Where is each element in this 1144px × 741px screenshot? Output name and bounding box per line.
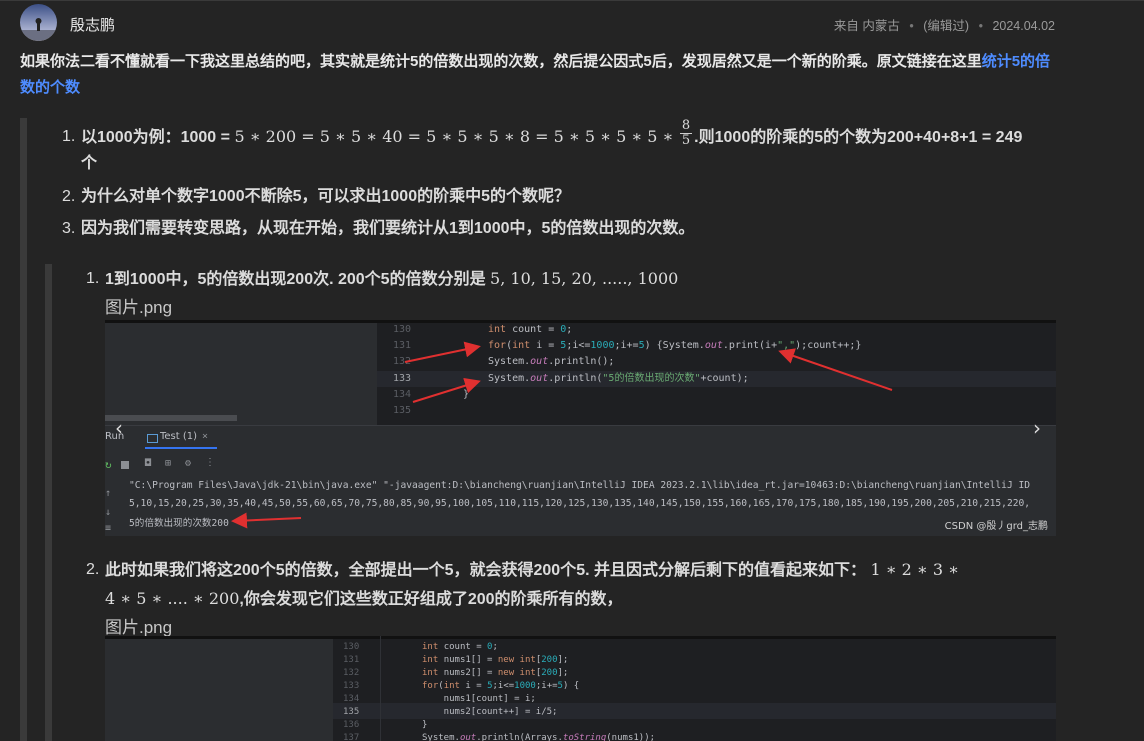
author-name[interactable]: 殷志鹏 — [70, 14, 115, 35]
fraction-denominator: 5 — [681, 133, 691, 149]
list-number: 3. — [62, 220, 76, 237]
separator-dot-icon: • — [909, 19, 914, 33]
edited-label: (编辑过) — [923, 19, 970, 33]
list-number: 1. — [62, 128, 76, 145]
editor-top-border — [105, 636, 1056, 639]
list-item-text: 1到1000中，5的倍数出现200次. 200个5的倍数分别是 — [105, 271, 486, 288]
list-item-text: 为什么对单个数字1000不断除5，可以求出1000的阶乘中5的个数呢？ — [81, 188, 570, 205]
gutter-divider — [380, 636, 381, 741]
ordered-list-outer: 1. 以1000为例：1000 = 5 ∗ 200 = 5 ∗ 5 ∗ 40 =… — [62, 119, 1056, 240]
arrow-to-for-loop — [404, 341, 481, 363]
image-caption: 图片.png — [105, 618, 173, 637]
list-item: 1. 以1000为例：1000 = 5 ∗ 200 = 5 ∗ 5 ∗ 40 =… — [62, 119, 1056, 177]
list-item-text: ,你会发现它们这些数正好组成了200的阶乘所有的数， — [239, 591, 623, 608]
list-number: 1. — [86, 270, 100, 287]
avatar-image-icon — [20, 18, 57, 41]
avatar[interactable] — [20, 4, 57, 41]
math-expression: 1 ∗ 2 ∗ 3 ∗ — [870, 560, 960, 579]
date-text: 2024.04.02 — [992, 19, 1055, 33]
prev-image-icon[interactable]: ‹ — [115, 416, 123, 440]
comment-meta: 来自 内蒙古 • (编辑过) • 2024.04.02 — [834, 15, 1055, 34]
math-expression: 5, 10, 15, 20, ....., 1000 — [490, 269, 679, 288]
location-text: 来自 内蒙古 — [833, 19, 900, 33]
code-line: System.out.println(Arrays.toString(nums1… — [422, 733, 656, 741]
code-screenshot-1[interactable]: 130 int count = 0; 131 for(int i = 5;i<=… — [105, 320, 1056, 536]
blockquote-bar — [20, 118, 27, 741]
code-line: nums2[count++] = i/5; — [422, 707, 558, 717]
arrow-to-println — [412, 377, 481, 403]
ordered-list-inner-cont: 2. 此时如果我们将这200个5的倍数，全部提出一个5，就会获得200个5. 并… — [86, 556, 1056, 643]
next-image-icon[interactable]: › — [1033, 416, 1041, 440]
separator-dot-icon: • — [978, 19, 983, 33]
image-caption: 图片.png — [105, 298, 173, 317]
list-item: 1. 1到1000中，5的倍数出现200次. 200个5的倍数分别是 5, 10… — [86, 265, 1056, 323]
list-item-suffix: .则1000的阶乘的5的个数为200+40+8+1 = 249 — [694, 129, 1023, 146]
list-item-text: 以1000为例：1000 = — [81, 129, 230, 146]
math-expression: 5 ∗ 200 = 5 ∗ 5 ∗ 40 = 5 ∗ 5 ∗ 5 ∗ 8 = 5… — [234, 127, 674, 146]
comment-header: 殷志鹏 来自 内蒙古 • (编辑过) • 2024.04.02 — [20, 4, 1060, 42]
list-item: 2. 此时如果我们将这200个5的倍数，全部提出一个5，就会获得200个5. 并… — [86, 556, 1056, 643]
editor-left-panel — [105, 636, 333, 741]
list-item: 2. 为什么对单个数字1000不断除5，可以求出1000的阶乘中5的个数呢？ — [62, 186, 1056, 208]
code-line: 137 — [343, 733, 360, 741]
intro-paragraph: 如果你法二看不懂就看一下我这里总结的吧，其实就是统计5的倍数出现的次数，然后提公… — [20, 49, 1056, 101]
arrow-to-result — [231, 512, 302, 529]
code-screenshot-2[interactable]: 130 int count = 0; 131 int nums1[] = new… — [105, 636, 1056, 741]
ordered-list-inner: 1. 1到1000中，5的倍数出现200次. 200个5的倍数分别是 5, 10… — [86, 265, 1056, 323]
annotation-arrows — [231, 341, 893, 529]
nested-blockquote-bar — [45, 264, 52, 741]
list-item: 3. 因为我们需要转变思路，从现在开始，我们要统计从1到1000中，5的倍数出现… — [62, 218, 1056, 240]
top-divider — [0, 0, 1144, 1]
math-fraction: 85 — [679, 118, 693, 149]
list-number: 2. — [86, 561, 100, 578]
list-item-tail: 个 — [81, 155, 98, 172]
intro-text: 如果你法二看不懂就看一下我这里总结的吧，其实就是统计5的倍数出现的次数，然后提公… — [20, 53, 982, 70]
fraction-numerator: 8 — [679, 118, 693, 135]
list-number: 2. — [62, 188, 76, 205]
list-item-text: 此时如果我们将这200个5的倍数，全部提出一个5，就会获得200个5. 并且因式… — [105, 562, 866, 579]
arrow-to-count — [778, 348, 893, 391]
math-expression: 4 ∗ 5 ∗ .... ∗ 200 — [105, 589, 240, 608]
list-item-text: 因为我们需要转变思路，从现在开始，我们要统计从1到1000中，5的倍数出现的次数… — [81, 220, 695, 237]
